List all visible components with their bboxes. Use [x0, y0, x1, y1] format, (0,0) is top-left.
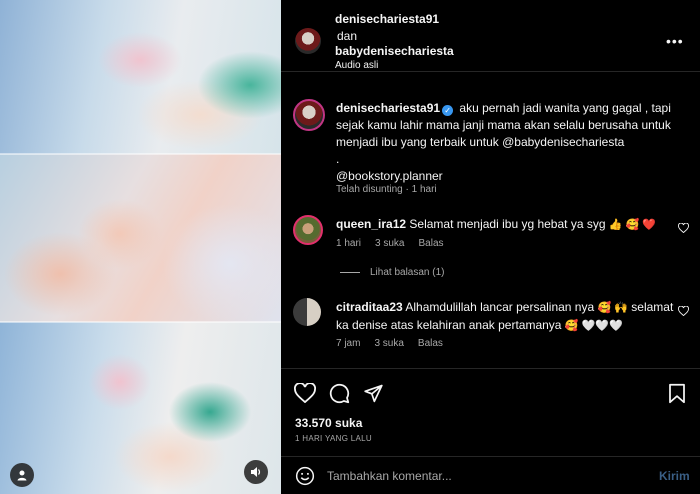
more-horizontal-icon: ••• [666, 33, 684, 49]
post-comment-button[interactable]: Kirim [659, 469, 690, 483]
reply-button[interactable]: Balas [418, 338, 443, 349]
comment-username[interactable]: queen_ira12 [336, 217, 406, 231]
comment-like-button[interactable] [678, 222, 689, 236]
share-button[interactable] [361, 381, 385, 405]
comment-time: 1 hari [336, 238, 362, 249]
comment-meta: 7 jam 3 suka Balas [336, 338, 443, 349]
author-avatar[interactable] [295, 28, 321, 54]
post-header: denisechariesta91 dan babydenisechariest… [281, 0, 700, 72]
caption: denisechariesta91 ✓ aku pernah jadi wanit… [336, 100, 686, 185]
view-replies-button[interactable]: Lihat balasan (1) [340, 267, 445, 278]
comment-time: 7 jam [336, 338, 361, 349]
comment-emoji: 👍 🥰 ❤️ [608, 219, 657, 231]
comment: citraditaa23 Alhamdulillah lancar persal… [336, 299, 676, 335]
comment-icon [329, 383, 349, 403]
comment-likes[interactable]: 3 suka [375, 238, 404, 249]
collaborator-username[interactable]: babydenisechariesta [335, 44, 454, 58]
frame-divider [0, 321, 281, 323]
comment-input[interactable] [327, 466, 627, 486]
media-frame-3 [0, 322, 281, 494]
like-button[interactable] [293, 381, 317, 405]
bookmark-icon [669, 383, 685, 403]
mute-button[interactable] [244, 460, 268, 484]
tag-user-icon [17, 470, 27, 481]
comment-text: Selamat menjadi ibu yg hebat ya syg [409, 217, 606, 231]
tag-user-button[interactable] [10, 463, 34, 487]
commenter-avatar[interactable] [293, 298, 321, 326]
post-detail-panel: denisechariesta91 dan babydenisechariest… [281, 0, 700, 494]
share-icon [363, 384, 383, 403]
caption-avatar[interactable] [293, 99, 325, 131]
replies-divider [340, 272, 360, 273]
emoji-icon [295, 466, 315, 486]
post-date: 1 HARI YANG LALU [295, 434, 372, 443]
like-count[interactable]: 33.570 suka [295, 416, 362, 430]
save-button[interactable] [665, 381, 689, 405]
more-options-button[interactable]: ••• [666, 33, 684, 49]
author-username[interactable]: denisechariesta91 [335, 12, 439, 26]
comment-meta: 1 hari 3 suka Balas [336, 238, 444, 249]
media-frame-2 [0, 154, 281, 322]
heart-icon [678, 305, 689, 317]
comment-text: Alhamdulillah lancar persalinan nya [405, 300, 595, 314]
caption-dot: . [336, 152, 340, 166]
verified-badge-icon: ✓ [442, 105, 454, 116]
heart-icon [678, 222, 689, 234]
collab-connector: dan [337, 29, 358, 43]
comment: queen_ira12 Selamat menjadi ibu yg hebat… [336, 216, 676, 234]
caption-meta: Telah disunting · 1 hari [336, 184, 437, 195]
audio-link[interactable]: Audio asli [335, 60, 378, 71]
comment-emoji: 🥰 🙌 [597, 302, 628, 314]
post-media[interactable] [0, 0, 281, 494]
action-bar [281, 368, 700, 418]
comment-emoji-end: 🥰 🤍🤍🤍 [564, 320, 623, 332]
frame-divider [0, 153, 281, 155]
view-replies-label: Lihat balasan (1) [370, 267, 445, 278]
mute-icon [251, 467, 261, 477]
comment-composer: Kirim [281, 456, 700, 494]
media-frame-1 [0, 0, 281, 154]
emoji-button[interactable] [295, 466, 315, 486]
comment-likes[interactable]: 3 suka [374, 338, 403, 349]
heart-icon [294, 383, 316, 403]
caption-username[interactable]: denisechariesta91 [336, 101, 440, 115]
caption-mention[interactable]: @bookstory.planner [336, 169, 443, 183]
reply-button[interactable]: Balas [418, 238, 443, 249]
comment-button[interactable] [327, 381, 351, 405]
comment-username[interactable]: citraditaa23 [336, 300, 403, 314]
commenter-avatar[interactable] [293, 215, 323, 245]
comment-like-button[interactable] [678, 305, 689, 319]
